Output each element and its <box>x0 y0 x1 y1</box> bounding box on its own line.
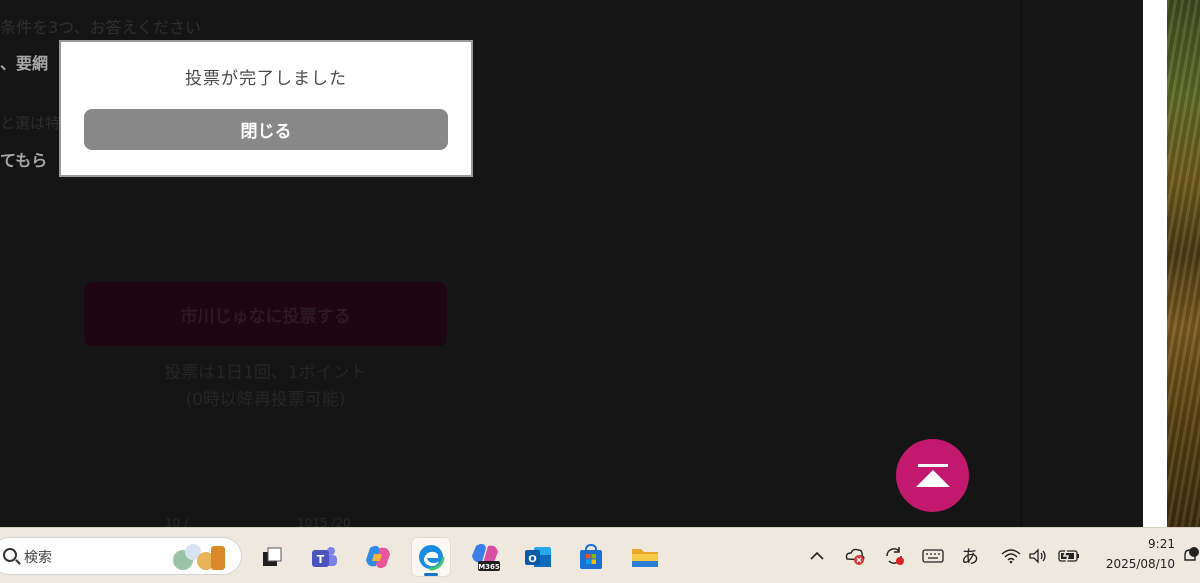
wifi-icon <box>1001 549 1021 564</box>
teams-button[interactable]: T <box>304 537 344 577</box>
vote-button[interactable]: 市川じゅなに投票する <box>84 282 447 346</box>
outlook-button[interactable]: O <box>518 537 558 577</box>
vote-note-line1: 投票は1日1回、1ポイント <box>164 363 367 383</box>
notifications-button[interactable] <box>1180 543 1200 569</box>
answer-text-1: 、要網 <box>0 54 49 73</box>
scroll-top-icon <box>917 464 948 467</box>
copilot-button[interactable] <box>358 537 398 577</box>
answer-text-2: と選は特 <box>0 114 61 132</box>
vote-note: 投票は1日1回、1ポイント (0時以降再投票可能) <box>84 360 447 414</box>
m365-badge: M365 <box>478 563 500 571</box>
question-text: 条件を3つ、お答えください <box>0 18 202 37</box>
window-edge <box>1143 0 1167 527</box>
onedrive-status[interactable] <box>843 543 867 569</box>
clock-date: 2025/08/10 <box>1105 557 1175 571</box>
wifi-button[interactable] <box>999 543 1023 569</box>
store-button[interactable] <box>571 537 611 577</box>
bottom-text: 1015 /20 <box>297 516 351 527</box>
file-explorer-button[interactable] <box>625 537 665 577</box>
search-icon <box>3 548 17 562</box>
sync-icon <box>886 547 904 565</box>
task-view-icon <box>263 547 282 566</box>
sync-status[interactable] <box>882 543 906 569</box>
vote-note-line2: (0時以降再投票可能) <box>185 390 346 410</box>
clock-time: 9:21 <box>1148 537 1175 551</box>
battery-charging-icon <box>1058 548 1079 564</box>
close-button[interactable]: 閉じる <box>84 109 448 150</box>
speaker-icon <box>1029 548 1046 564</box>
teams-icon: T <box>312 547 337 567</box>
bottom-text: 10 / <box>165 516 189 527</box>
chevron-up-icon <box>810 551 824 560</box>
arrow-up-icon <box>915 470 950 487</box>
ime-mode-button[interactable]: あ <box>958 543 982 569</box>
copilot-icon <box>366 545 390 569</box>
active-app-indicator <box>424 573 438 576</box>
battery-button[interactable] <box>1056 543 1082 569</box>
cloud-error-icon <box>845 548 865 565</box>
scroll-to-top-button[interactable] <box>896 439 969 512</box>
taskbar: 検索 T M365 O あ 9:21 2025/08/10 <box>0 527 1200 583</box>
m365-copilot-button[interactable]: M365 <box>465 537 505 577</box>
outlook-icon: O <box>525 547 551 567</box>
edge-icon <box>417 543 445 571</box>
m365-copilot-icon: M365 <box>472 543 500 571</box>
store-icon <box>580 543 602 569</box>
svg-text:T: T <box>317 553 325 566</box>
touch-keyboard-button[interactable] <box>921 543 945 569</box>
search-highlight-icon <box>171 542 229 572</box>
vote-complete-dialog: 投票が完了しました 閉じる <box>59 40 473 177</box>
folder-icon <box>632 549 658 567</box>
svg-text:O: O <box>528 554 537 565</box>
show-hidden-icons-button[interactable] <box>807 543 827 569</box>
sidebar <box>1021 0 1143 527</box>
dialog-message: 投票が完了しました <box>185 69 347 89</box>
taskbar-search[interactable]: 検索 <box>0 537 242 575</box>
edge-button[interactable] <box>411 537 451 577</box>
notification-bell-icon <box>1184 547 1199 561</box>
task-view-button[interactable] <box>252 537 292 577</box>
keyboard-icon <box>922 549 944 563</box>
clock[interactable]: 9:21 2025/08/10 <box>1095 534 1175 574</box>
answer-text-3: てもら <box>0 151 48 170</box>
volume-button[interactable] <box>1027 543 1049 569</box>
search-label: 検索 <box>24 550 52 566</box>
desktop-wallpaper <box>1167 0 1200 527</box>
